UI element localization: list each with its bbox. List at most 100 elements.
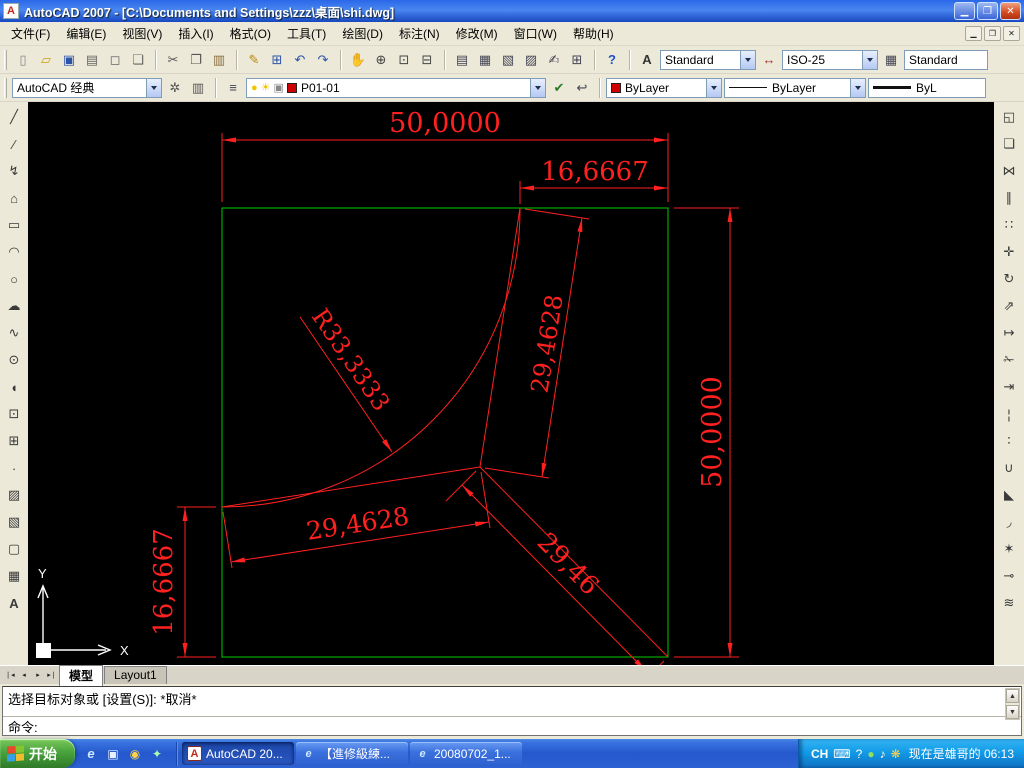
menu-modify[interactable]: 修改(M)	[448, 21, 506, 46]
lengthen-icon[interactable]: ⊸	[998, 565, 1020, 587]
plot-preview-icon[interactable]: ◻	[104, 49, 126, 71]
menu-window[interactable]: 窗口(W)	[506, 21, 565, 46]
tab-layout1[interactable]: Layout1	[104, 666, 167, 684]
workspace-save-icon[interactable]: ▥	[187, 77, 209, 99]
join-icon[interactable]: ∪	[998, 457, 1020, 479]
zoom-window-icon[interactable]: ⊡	[393, 49, 415, 71]
dim-style-icon[interactable]: ↔	[758, 49, 780, 71]
dimension-segment-diagonal[interactable]: 29,46	[445, 470, 665, 665]
ellipse-icon[interactable]: ⊙	[3, 349, 25, 371]
table-style-combo[interactable]: Standard	[904, 49, 988, 70]
dropdown-arrow-icon[interactable]	[706, 78, 721, 97]
circle-icon[interactable]: ○	[3, 268, 25, 290]
help-tray-icon[interactable]: ?	[856, 747, 863, 761]
make-layer-current-icon[interactable]: ✔	[548, 77, 570, 99]
dropdown-arrow-icon[interactable]	[862, 50, 877, 69]
dimension-radius[interactable]: R33,3333	[299, 304, 395, 453]
region-icon[interactable]: ▢	[3, 538, 25, 560]
table-style-icon[interactable]: ▦	[880, 49, 902, 71]
menu-insert[interactable]: 插入(I)	[170, 21, 221, 46]
drawing-entities[interactable]	[221, 207, 669, 658]
workspace-combo[interactable]: AutoCAD 经典	[12, 77, 162, 98]
array-icon[interactable]: ∷	[998, 214, 1020, 236]
hatch-icon[interactable]: ▨	[3, 484, 25, 506]
offset-icon[interactable]: ∥	[998, 187, 1020, 209]
gradient-icon[interactable]: ▧	[3, 511, 25, 533]
quick-launch-messenger-icon[interactable]: ✦	[148, 745, 166, 763]
menu-dimension[interactable]: 标注(N)	[391, 21, 448, 46]
volume-tray-icon[interactable]: ♪	[880, 747, 886, 761]
layer-previous-icon[interactable]: ↩	[571, 77, 593, 99]
help-icon[interactable]: ?	[601, 49, 623, 71]
markup-icon[interactable]: ✍	[543, 49, 565, 71]
close-button[interactable]: ✕	[1000, 2, 1021, 20]
dim-style-combo[interactable]: ISO-25	[782, 49, 878, 70]
polygon-icon[interactable]: ⌂	[3, 187, 25, 209]
dropdown-arrow-icon[interactable]	[850, 78, 865, 97]
designcenter-icon[interactable]: ▦	[474, 49, 496, 71]
fillet-icon[interactable]: ◞	[998, 511, 1020, 533]
break-at-point-icon[interactable]: ¦	[998, 403, 1020, 425]
new-icon[interactable]: ▯	[12, 49, 34, 71]
tray-clock[interactable]: 现在是雄哥的 06:13	[909, 745, 1014, 762]
tool-palettes-icon[interactable]: ▧	[497, 49, 519, 71]
mdi-restore-button[interactable]: ❐	[984, 26, 1001, 41]
text-style-combo[interactable]: Standard	[660, 49, 756, 70]
ellipse-arc-icon[interactable]: ◖	[3, 376, 25, 398]
insert-block-icon[interactable]: ⊡	[3, 403, 25, 425]
cut-icon[interactable]: ✂	[162, 49, 184, 71]
revcloud-icon[interactable]: ☁	[3, 295, 25, 317]
copy-icon[interactable]: ❐	[185, 49, 207, 71]
undo-icon[interactable]: ↶	[289, 49, 311, 71]
move-icon[interactable]: ✛	[998, 241, 1020, 263]
point-icon[interactable]: ∙	[3, 457, 25, 479]
tab-nav-last[interactable]: ▸❘	[45, 668, 59, 682]
tab-model[interactable]: 模型	[59, 664, 104, 686]
paste-icon[interactable]: ▥	[208, 49, 230, 71]
command-input-line[interactable]: 命令:	[3, 716, 1021, 735]
block-editor-icon[interactable]: ⊞	[266, 49, 288, 71]
menu-tools[interactable]: 工具(T)	[279, 21, 334, 46]
rectangle-icon[interactable]: ▭	[3, 214, 25, 236]
trim-icon[interactable]: ✁	[998, 349, 1020, 371]
plot-icon[interactable]: ▤	[81, 49, 103, 71]
workspace-settings-icon[interactable]: ✲	[164, 77, 186, 99]
align-icon[interactable]: ≋	[998, 592, 1020, 614]
redo-icon[interactable]: ↷	[312, 49, 334, 71]
menu-format[interactable]: 格式(O)	[222, 21, 279, 46]
stretch-icon[interactable]: ↦	[998, 322, 1020, 344]
tab-nav-next[interactable]: ▸	[31, 668, 45, 682]
menu-help[interactable]: 帮助(H)	[565, 21, 622, 46]
quick-launch-media-icon[interactable]: ◉	[126, 745, 144, 763]
mdi-close-button[interactable]: ✕	[1003, 26, 1020, 41]
scroll-down-icon[interactable]: ▼	[1006, 705, 1019, 719]
language-indicator[interactable]: CH	[811, 747, 828, 761]
keyboard-tray-icon[interactable]: ⌨	[833, 747, 850, 761]
explode-icon[interactable]: ✶	[998, 538, 1020, 560]
quick-launch-ie-icon[interactable]: e	[82, 745, 100, 763]
dropdown-arrow-icon[interactable]	[530, 78, 545, 97]
scroll-up-icon[interactable]: ▲	[1006, 689, 1019, 703]
dropdown-arrow-icon[interactable]	[740, 50, 755, 69]
scale-icon[interactable]: ⇗	[998, 295, 1020, 317]
copy-object-icon[interactable]: ❏	[998, 133, 1020, 155]
mdi-minimize-button[interactable]: ▁	[965, 26, 982, 41]
start-button[interactable]: 开始	[0, 739, 75, 768]
color-combo[interactable]: ByLayer	[606, 77, 722, 98]
tab-nav-first[interactable]: ❘◂	[3, 668, 17, 682]
task-ie-1[interactable]: e 【進修級練...	[296, 742, 408, 765]
rotate-icon[interactable]: ↻	[998, 268, 1020, 290]
line-icon[interactable]: ╱	[3, 106, 25, 128]
text-style-icon[interactable]: A	[636, 49, 658, 71]
antivirus-tray-icon[interactable]: ●	[867, 747, 874, 761]
command-scrollbar[interactable]: ▲ ▼	[1005, 688, 1020, 720]
menu-draw[interactable]: 绘图(D)	[334, 21, 391, 46]
task-ie-2[interactable]: e 20080702_1...	[410, 742, 522, 765]
menu-file[interactable]: 文件(F)	[3, 21, 58, 46]
linetype-combo[interactable]: ByLayer	[724, 77, 866, 98]
mtext-icon[interactable]: A	[3, 592, 25, 614]
mirror-icon[interactable]: ⋈	[998, 160, 1020, 182]
match-properties-icon[interactable]: ✎	[243, 49, 265, 71]
publish-icon[interactable]: ❏	[127, 49, 149, 71]
erase-icon[interactable]: ◱	[998, 106, 1020, 128]
